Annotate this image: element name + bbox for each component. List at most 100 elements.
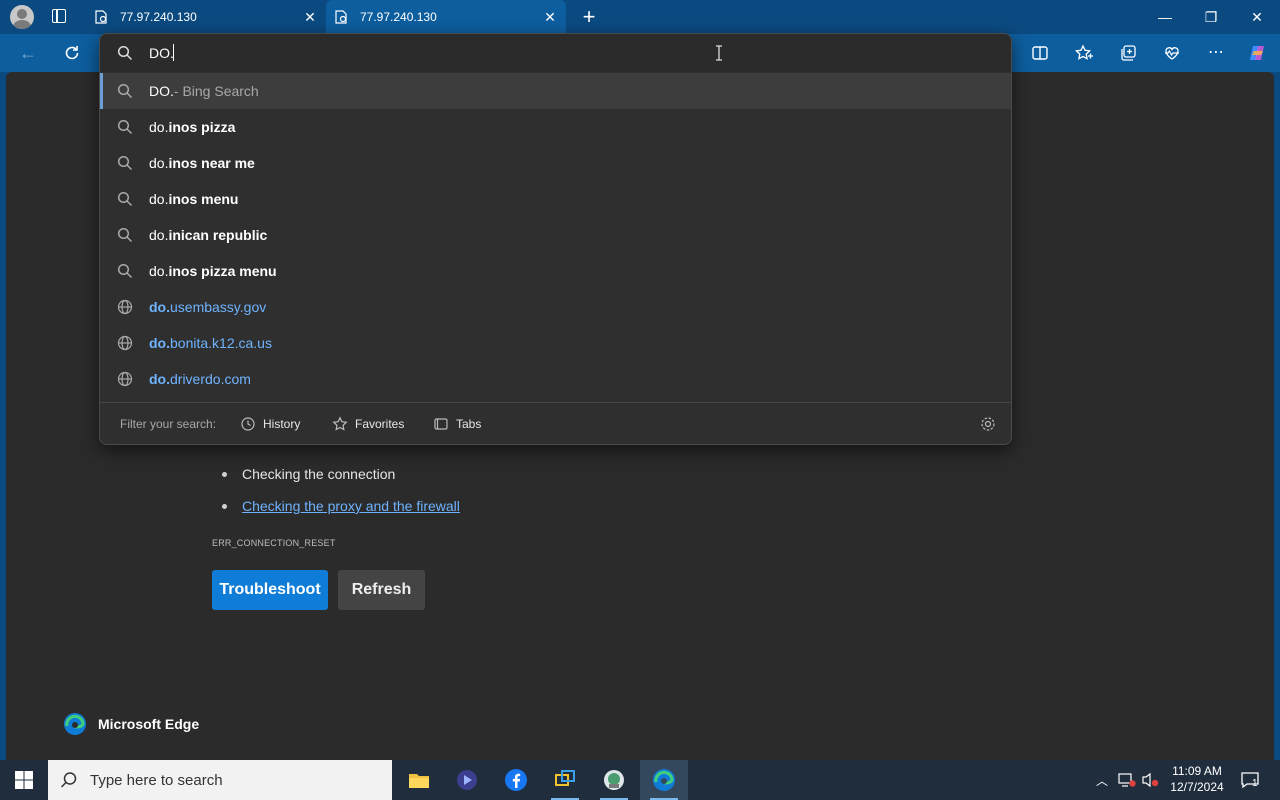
windows-start-icon[interactable] xyxy=(14,770,34,790)
taskbar: Type here to search ︿ 11:09 AM 12/7/2024… xyxy=(0,760,1280,800)
suggestion-typed: do. xyxy=(149,155,169,171)
favorites-icon[interactable] xyxy=(1074,43,1094,63)
filter-favorites-button[interactable]: Favorites xyxy=(332,413,404,435)
suggestion-rest: inos menu xyxy=(168,191,239,207)
new-tab-button[interactable]: + xyxy=(578,4,600,30)
copilot-icon[interactable] xyxy=(1247,43,1267,63)
filter-history-button[interactable]: History xyxy=(240,413,300,435)
suggestion-typed: do. xyxy=(149,335,170,351)
suggestion-typed: do. xyxy=(149,263,169,279)
system-clock[interactable]: 11:09 AM 12/7/2024 xyxy=(1162,763,1232,795)
facebook-icon xyxy=(505,769,527,791)
suggestion-item[interactable]: DO. - Bing Search xyxy=(100,73,1011,109)
minimize-button[interactable]: — xyxy=(1142,0,1188,34)
browser-tab-2-active[interactable]: 77.97.240.130 ✕ xyxy=(326,0,566,34)
list-item: Checking the connection xyxy=(242,466,396,482)
edge-icon xyxy=(653,769,675,791)
filter-label: Filter your search: xyxy=(120,417,217,431)
split-screen-icon[interactable] xyxy=(1030,43,1050,63)
volume-muted-icon[interactable] xyxy=(1141,772,1159,788)
suggestion-item[interactable]: do. inos pizza menu xyxy=(100,253,1011,289)
refresh-button[interactable]: Refresh xyxy=(338,570,425,610)
address-suggestions-dropdown: DO. - Bing Search do.inos pizza do.inos … xyxy=(99,33,1012,445)
browser-tab-1[interactable]: 77.97.240.130 ✕ xyxy=(86,0,326,34)
bullet xyxy=(222,504,227,509)
taskbar-search-placeholder: Type here to search xyxy=(90,771,223,789)
filter-favorites-label: Favorites xyxy=(355,417,405,431)
globe-icon xyxy=(117,335,133,351)
suggestion-rest: inos pizza menu xyxy=(168,263,277,279)
media-app[interactable] xyxy=(443,760,491,800)
search-icon xyxy=(117,119,133,135)
address-bar[interactable] xyxy=(100,34,1011,72)
text-caret xyxy=(173,44,174,61)
clock-time: 11:09 AM xyxy=(1172,764,1222,778)
remote-desktop-icon xyxy=(555,770,575,786)
address-input[interactable] xyxy=(149,45,709,61)
network-app[interactable] xyxy=(590,760,638,800)
suggestion-item[interactable]: do. driverdo.com xyxy=(100,361,1011,397)
file-explorer-app[interactable] xyxy=(395,760,443,800)
suggestion-typed: do. xyxy=(149,371,170,387)
suggestion-rest: driverdo.com xyxy=(170,371,251,387)
ibeam-cursor-icon xyxy=(716,45,722,61)
remote-app[interactable] xyxy=(541,760,589,800)
suggestion-item[interactable]: do. inican republic xyxy=(100,217,1011,253)
profile-avatar-icon[interactable] xyxy=(10,5,34,29)
search-icon xyxy=(117,227,133,243)
globe-app-icon xyxy=(604,770,624,790)
globe-icon xyxy=(117,371,133,387)
star-icon xyxy=(332,416,348,431)
page-error-icon xyxy=(95,10,107,24)
taskbar-search-box[interactable]: Type here to search xyxy=(48,760,392,800)
error-code: ERR_CONNECTION_RESET xyxy=(212,538,336,548)
close-tab-icon[interactable]: ✕ xyxy=(302,9,318,26)
notification-center-icon[interactable]: 1 xyxy=(1240,770,1260,793)
edge-logo-icon xyxy=(64,713,86,735)
search-icon xyxy=(117,191,133,207)
suggestion-typed: do. xyxy=(149,119,169,135)
play-app-icon xyxy=(457,770,477,790)
search-icon xyxy=(117,263,133,279)
clock-date: 12/7/2024 xyxy=(1170,780,1224,794)
title-bar: 77.97.240.130 ✕ 77.97.240.130 ✕ + — ❐ ✕ xyxy=(0,0,1280,34)
gear-icon[interactable] xyxy=(979,415,997,433)
suggestion-item[interactable]: do. bonita.k12.ca.us xyxy=(100,325,1011,361)
suggestion-rest: bonita.k12.ca.us xyxy=(170,335,272,351)
filter-tabs-button[interactable]: Tabs xyxy=(433,413,481,435)
show-hidden-icons-icon[interactable]: ︿ xyxy=(1096,772,1108,789)
restore-button[interactable]: ❐ xyxy=(1188,0,1234,34)
edge-app[interactable] xyxy=(640,760,688,800)
tab-actions-icon[interactable] xyxy=(52,9,66,23)
close-window-button[interactable]: ✕ xyxy=(1234,0,1280,34)
edge-brand: Microsoft Edge xyxy=(63,712,199,736)
search-icon xyxy=(60,772,77,788)
network-status-icon[interactable] xyxy=(1118,772,1136,788)
folder-icon xyxy=(409,774,429,788)
tabs-icon xyxy=(434,418,448,430)
bullet xyxy=(222,472,227,477)
back-arrow-icon[interactable]: ← xyxy=(18,43,38,63)
suggestion-item[interactable]: do. inos near me xyxy=(100,145,1011,181)
suggestion-sub: - Bing Search xyxy=(173,83,259,99)
suggestion-item[interactable]: do. usembassy.gov xyxy=(100,289,1011,325)
proxy-firewall-link[interactable]: Checking the proxy and the firewall xyxy=(242,498,460,514)
troubleshoot-button[interactable]: Troubleshoot xyxy=(212,570,328,610)
suggestion-item[interactable]: do. inos menu xyxy=(100,181,1011,217)
suggestion-typed: do. xyxy=(149,299,170,315)
browser-essentials-icon[interactable] xyxy=(1162,43,1182,63)
history-icon xyxy=(241,417,255,431)
facebook-app[interactable] xyxy=(492,760,540,800)
suggestion-rest: inos near me xyxy=(168,155,255,171)
suggestion-typed: do. xyxy=(149,191,169,207)
suggestion-rest: usembassy.gov xyxy=(170,299,267,315)
search-filter-bar: Filter your search: History Favorites Ta… xyxy=(100,402,1011,444)
refresh-icon[interactable] xyxy=(62,43,82,63)
suggestion-item[interactable]: do. inos pizza xyxy=(100,109,1011,145)
suggestion-rest: inican republic xyxy=(168,227,268,243)
close-tab-icon[interactable]: ✕ xyxy=(542,9,558,26)
filter-history-label: History xyxy=(263,417,301,431)
collections-icon[interactable] xyxy=(1118,43,1138,63)
tab-title: 77.97.240.130 xyxy=(120,10,197,24)
more-options-icon[interactable]: ⋯ xyxy=(1206,43,1226,63)
